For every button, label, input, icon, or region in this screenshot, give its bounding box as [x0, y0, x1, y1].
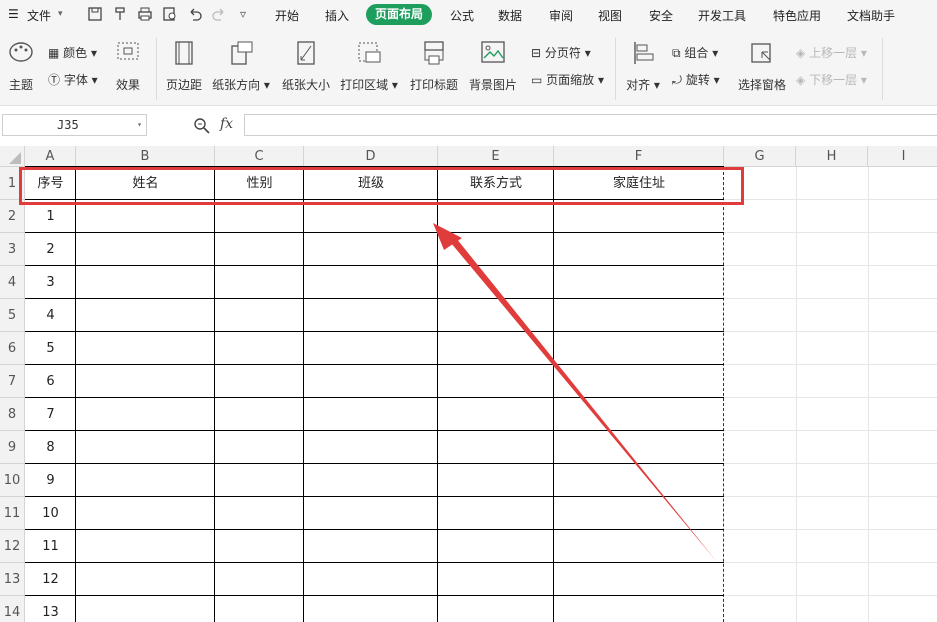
- chevron-down-icon[interactable]: ▾: [58, 9, 63, 19]
- paper-size-label: 纸张大小: [281, 78, 330, 92]
- tab-special-features[interactable]: 特色应用: [773, 7, 821, 24]
- tab-developer[interactable]: 开发工具: [698, 7, 746, 24]
- effect-icon: [117, 42, 139, 60]
- orientation-icon: [231, 41, 253, 65]
- print-titles-label: 打印标题: [409, 78, 458, 92]
- send-backward-icon: ◈: [796, 73, 806, 87]
- orientation-label: 纸张方向: [212, 78, 261, 92]
- tab-page-layout[interactable]: 页面布局: [366, 4, 433, 25]
- ribbon-toolbar: 主题 ▦ 颜色 ▾ Ⓣ 字体 ▾ 效果 页边距 纸张方向 ▾ 纸张大小 打印区域…: [0, 30, 937, 106]
- hamburger-icon[interactable]: ☰: [8, 7, 19, 21]
- selection-pane-button[interactable]: 选择窗格: [737, 40, 787, 93]
- menu-bar: ☰ 文件 ▾ ▿ 开始 插入 页面布局 公式 数据 审阅 视图 安全 开发工具 …: [0, 0, 937, 30]
- rotate-label: 旋转: [685, 73, 710, 87]
- effect-label: 效果: [115, 78, 140, 92]
- formula-input[interactable]: [244, 114, 937, 136]
- page-break-button[interactable]: ⊟ 分页符 ▾: [531, 44, 591, 61]
- margins-label: 页边距: [165, 78, 202, 92]
- palette-icon: [9, 42, 33, 62]
- print-area-icon: [358, 42, 381, 63]
- rotate-button[interactable]: ⤾ 旋转 ▾: [672, 71, 720, 88]
- annotation-arrow: [433, 223, 717, 562]
- tab-data[interactable]: 数据: [498, 7, 522, 24]
- save-icon[interactable]: [87, 6, 103, 22]
- page-break-icon: ⊟: [531, 46, 542, 60]
- align-label: 对齐: [626, 78, 651, 92]
- orientation-button[interactable]: 纸张方向 ▾: [212, 40, 270, 93]
- send-backward-button[interactable]: ◈ 下移一层 ▾: [796, 71, 867, 88]
- font-circle-icon: Ⓣ: [48, 73, 61, 87]
- redo-icon[interactable]: [211, 6, 227, 22]
- selection-pane-icon: [751, 43, 771, 63]
- formula-bar: J35 ▾ fx: [0, 106, 937, 146]
- paper-size-button[interactable]: 纸张大小: [281, 40, 331, 93]
- color-grid-icon: ▦: [48, 46, 60, 60]
- format-painter-icon[interactable]: [112, 6, 128, 22]
- theme-label: 主题: [8, 78, 33, 92]
- arrow-shaft: [446, 233, 717, 562]
- spreadsheet-grid[interactable]: A B C D E F G H I 1 2 3 4 5 6 7 8 9 10 1…: [0, 146, 937, 622]
- theme-button[interactable]: 主题: [4, 40, 38, 93]
- print-area-button[interactable]: 打印区域 ▾: [340, 40, 398, 93]
- tab-doc-assistant[interactable]: 文档助手: [847, 7, 895, 24]
- bring-forward-label: 上移一层: [809, 46, 858, 60]
- paper-size-icon: [297, 41, 315, 65]
- tab-insert[interactable]: 插入: [325, 7, 349, 24]
- rotate-icon: ⤾: [672, 73, 682, 87]
- ribbon-separator: [615, 38, 616, 100]
- group-button[interactable]: ⧉ 组合 ▾: [672, 44, 718, 61]
- chevron-down-icon[interactable]: ▾: [137, 115, 142, 135]
- effect-button[interactable]: 效果: [110, 40, 146, 93]
- page-zoom-icon: ▭: [531, 73, 543, 87]
- margins-icon: [175, 41, 193, 65]
- fx-icon[interactable]: fx: [220, 116, 233, 132]
- tab-view[interactable]: 视图: [598, 7, 622, 24]
- align-button[interactable]: 对齐 ▾: [624, 40, 662, 93]
- print-titles-icon: [424, 41, 444, 65]
- ribbon-separator: [156, 38, 157, 100]
- bring-forward-button[interactable]: ◈ 上移一层 ▾: [796, 44, 867, 61]
- color-label: 颜色: [63, 46, 88, 60]
- zoom-formula-icon[interactable]: [193, 117, 211, 135]
- tab-formulas[interactable]: 公式: [450, 7, 474, 24]
- file-menu[interactable]: 文件: [27, 7, 51, 24]
- print-icon[interactable]: [137, 6, 153, 22]
- name-box-value: J35: [57, 118, 79, 132]
- page-zoom-label: 页面缩放: [546, 73, 595, 87]
- undo-icon[interactable]: [187, 6, 203, 22]
- picture-icon: [481, 41, 505, 63]
- print-titles-button[interactable]: 打印标题: [408, 40, 460, 93]
- group-icon: ⧉: [672, 46, 681, 60]
- group-label: 组合: [684, 46, 709, 60]
- quick-access-more-icon[interactable]: ▿: [240, 7, 246, 21]
- name-box[interactable]: J35 ▾: [2, 114, 147, 136]
- color-button[interactable]: ▦ 颜色 ▾: [48, 44, 97, 61]
- tab-review[interactable]: 审阅: [549, 7, 573, 24]
- margins-button[interactable]: 页边距: [163, 40, 205, 93]
- print-preview-icon[interactable]: [162, 6, 178, 22]
- ribbon-separator: [882, 38, 883, 100]
- background-image-button[interactable]: 背景图片: [467, 40, 519, 93]
- font-label: 字体: [63, 73, 88, 87]
- page-zoom-button[interactable]: ▭ 页面缩放 ▾: [531, 71, 604, 88]
- align-icon: [634, 42, 654, 64]
- tab-security[interactable]: 安全: [649, 7, 673, 24]
- page-break-label: 分页符: [544, 46, 581, 60]
- background-image-label: 背景图片: [468, 78, 517, 92]
- send-backward-label: 下移一层: [809, 73, 858, 87]
- print-area-label: 打印区域: [340, 78, 389, 92]
- tab-home[interactable]: 开始: [275, 7, 299, 24]
- bring-forward-icon: ◈: [796, 46, 806, 60]
- selection-pane-label: 选择窗格: [737, 78, 786, 92]
- font-button[interactable]: Ⓣ 字体 ▾: [48, 71, 98, 88]
